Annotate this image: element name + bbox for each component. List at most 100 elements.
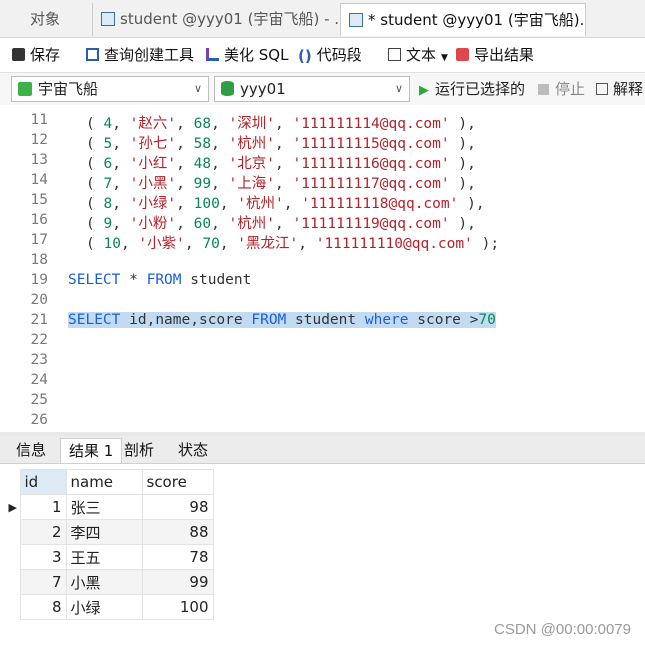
sql-keyword: SELECT [68, 272, 121, 288]
cell-name[interactable]: 李四 [65, 519, 143, 545]
line-number: 18 [30, 252, 48, 268]
line-number: 20 [30, 292, 48, 308]
connection-select[interactable]: 宇宙飞船 ∨ [11, 76, 209, 102]
tab-query-1[interactable]: student @yyy01 (宇宙飞船) - ... [92, 3, 338, 36]
sql-value: '杭州' [237, 196, 284, 212]
cell-name[interactable]: 小绿 [65, 594, 143, 620]
cell-name[interactable]: 张三 [65, 494, 143, 520]
stop-label: 停止 [555, 80, 586, 98]
line-number: 26 [30, 412, 48, 428]
sql-table: student [295, 312, 357, 328]
tab-objects-label: 对象 [29, 10, 60, 28]
save-label: 保存 [30, 46, 61, 64]
sql-value: 9 [103, 216, 113, 232]
sql-value: 8 [103, 196, 113, 212]
chevron-down-icon: ∨ [193, 82, 202, 95]
tab-result-1[interactable]: 结果 1 [60, 438, 123, 463]
column-header-id[interactable]: id [19, 469, 67, 495]
run-selected-label: 运行已选择的 [435, 80, 526, 98]
result-grid: id name score ▶ 1 张三 98 2 李四 88 3 王五 78 7 小黑 99 8 小绿 10… [0, 464, 645, 647]
line-number: 25 [30, 392, 48, 408]
explain-button[interactable]: 解释 [596, 76, 643, 102]
cell-id[interactable]: 1 [19, 494, 67, 520]
selector-bar: 宇宙飞船 ∨ yyy01 ∨ ▶ 运行已选择的 停止 解释 [0, 73, 645, 105]
column-header-score[interactable]: score [141, 469, 214, 495]
tab-profile[interactable]: 剖析 [116, 438, 162, 463]
query-icon [349, 13, 363, 27]
sql-punct: , [467, 156, 476, 172]
line-number: 12 [30, 132, 48, 148]
cell-id[interactable]: 2 [19, 519, 67, 545]
sql-value: 68 [193, 116, 212, 132]
sql-value: '北京' [228, 156, 276, 172]
code-snippet-label: 代码段 [316, 46, 362, 64]
watermark: CSDN @00:00:0079 [494, 621, 631, 638]
table-row[interactable]: 3 王五 78 [6, 544, 214, 570]
sql-punct: , [467, 116, 476, 132]
query-builder-button[interactable]: 查询创建工具 [86, 38, 194, 72]
line-number: 14 [30, 172, 48, 188]
sql-punct: ; [490, 236, 500, 252]
beautify-sql-button[interactable]: 美化 SQL [206, 38, 288, 72]
table-row[interactable]: ▶ 1 张三 98 [6, 494, 214, 520]
cell-name[interactable]: 小黑 [65, 569, 143, 595]
database-select[interactable]: yyy01 ∨ [214, 76, 410, 102]
sql-editor[interactable]: 11 ( 4, '赵六', 68, '深圳', '111111114@qq.com… [0, 110, 645, 433]
text-button[interactable]: 文本 ▼ [388, 38, 448, 72]
sql-value: '杭州' [228, 216, 276, 232]
sql-value: 5 [103, 136, 113, 152]
sql-value: '小粉' [129, 216, 177, 232]
row-marker [6, 545, 20, 570]
stop-button[interactable]: 停止 [538, 76, 585, 102]
cell-id[interactable]: 7 [19, 569, 67, 595]
table-row[interactable]: 2 李四 88 [6, 519, 214, 545]
cell-id[interactable]: 3 [19, 544, 67, 570]
row-marker [6, 570, 20, 595]
line-number: 21 [30, 312, 48, 328]
run-selected-button[interactable]: ▶ 运行已选择的 [419, 76, 525, 102]
sql-keyword: FROM [251, 312, 287, 328]
sql-value: '杭州' [228, 136, 276, 152]
tab-objects[interactable]: 对象 [0, 3, 90, 36]
table-row[interactable]: 7 小黑 99 [6, 569, 214, 595]
code-line: ( 9, '小粉', 60, '杭州', '111111119@qq.com' … [86, 216, 476, 232]
selected-sql-text: SELECT id,name,score FROM student where … [68, 312, 496, 328]
cell-id[interactable]: 8 [19, 594, 67, 620]
chevron-down-icon: ▼ [441, 53, 448, 63]
export-results-button[interactable]: 导出结果 [456, 38, 534, 72]
beautify-sql-label: 美化 SQL [224, 46, 289, 64]
cell-score[interactable]: 99 [141, 569, 214, 595]
stop-icon [538, 84, 549, 95]
query-builder-icon [86, 48, 99, 61]
tab-status[interactable]: 状态 [170, 438, 216, 463]
current-row-indicator-icon: ▶ [8, 500, 17, 514]
table-row[interactable]: 8 小绿 100 [6, 594, 214, 620]
cell-name[interactable]: 王五 [65, 544, 143, 570]
code-snippet-button[interactable]: () 代码段 [298, 38, 362, 72]
cell-score[interactable]: 100 [141, 594, 214, 620]
save-button[interactable]: 保存 [12, 38, 60, 72]
tab-info[interactable]: 信息 [8, 438, 54, 463]
export-label: 导出结果 [474, 46, 535, 64]
code-line: ( 6, '小红', 48, '北京', '111111116@qq.com' … [86, 156, 476, 172]
tab-query-2[interactable]: * student @yyy01 (宇宙飞船)... [340, 3, 586, 36]
sql-value: '111111118@qq.com' [301, 196, 459, 212]
document-icon [388, 48, 401, 61]
sql-value: '小绿' [129, 196, 177, 212]
cell-score[interactable]: 98 [141, 494, 214, 520]
chevron-down-icon: ∨ [394, 82, 403, 95]
line-number: 11 [30, 112, 48, 128]
sql-keyword: where [364, 312, 409, 328]
line-number: 13 [30, 152, 48, 168]
result-tabs: 信息 结果 1 剖析 状态 [0, 436, 645, 464]
query-icon [101, 12, 115, 26]
cell-score[interactable]: 78 [141, 544, 214, 570]
sql-value: '小红' [129, 156, 177, 172]
sql-value: 7 [103, 176, 113, 192]
parentheses-icon: () [298, 47, 312, 65]
cell-score[interactable]: 88 [141, 519, 214, 545]
sql-value: 70 [478, 312, 496, 328]
database-icon [221, 81, 234, 96]
tab-query-2-label: * student @yyy01 (宇宙飞船)... [368, 11, 586, 29]
column-header-name[interactable]: name [65, 469, 143, 495]
